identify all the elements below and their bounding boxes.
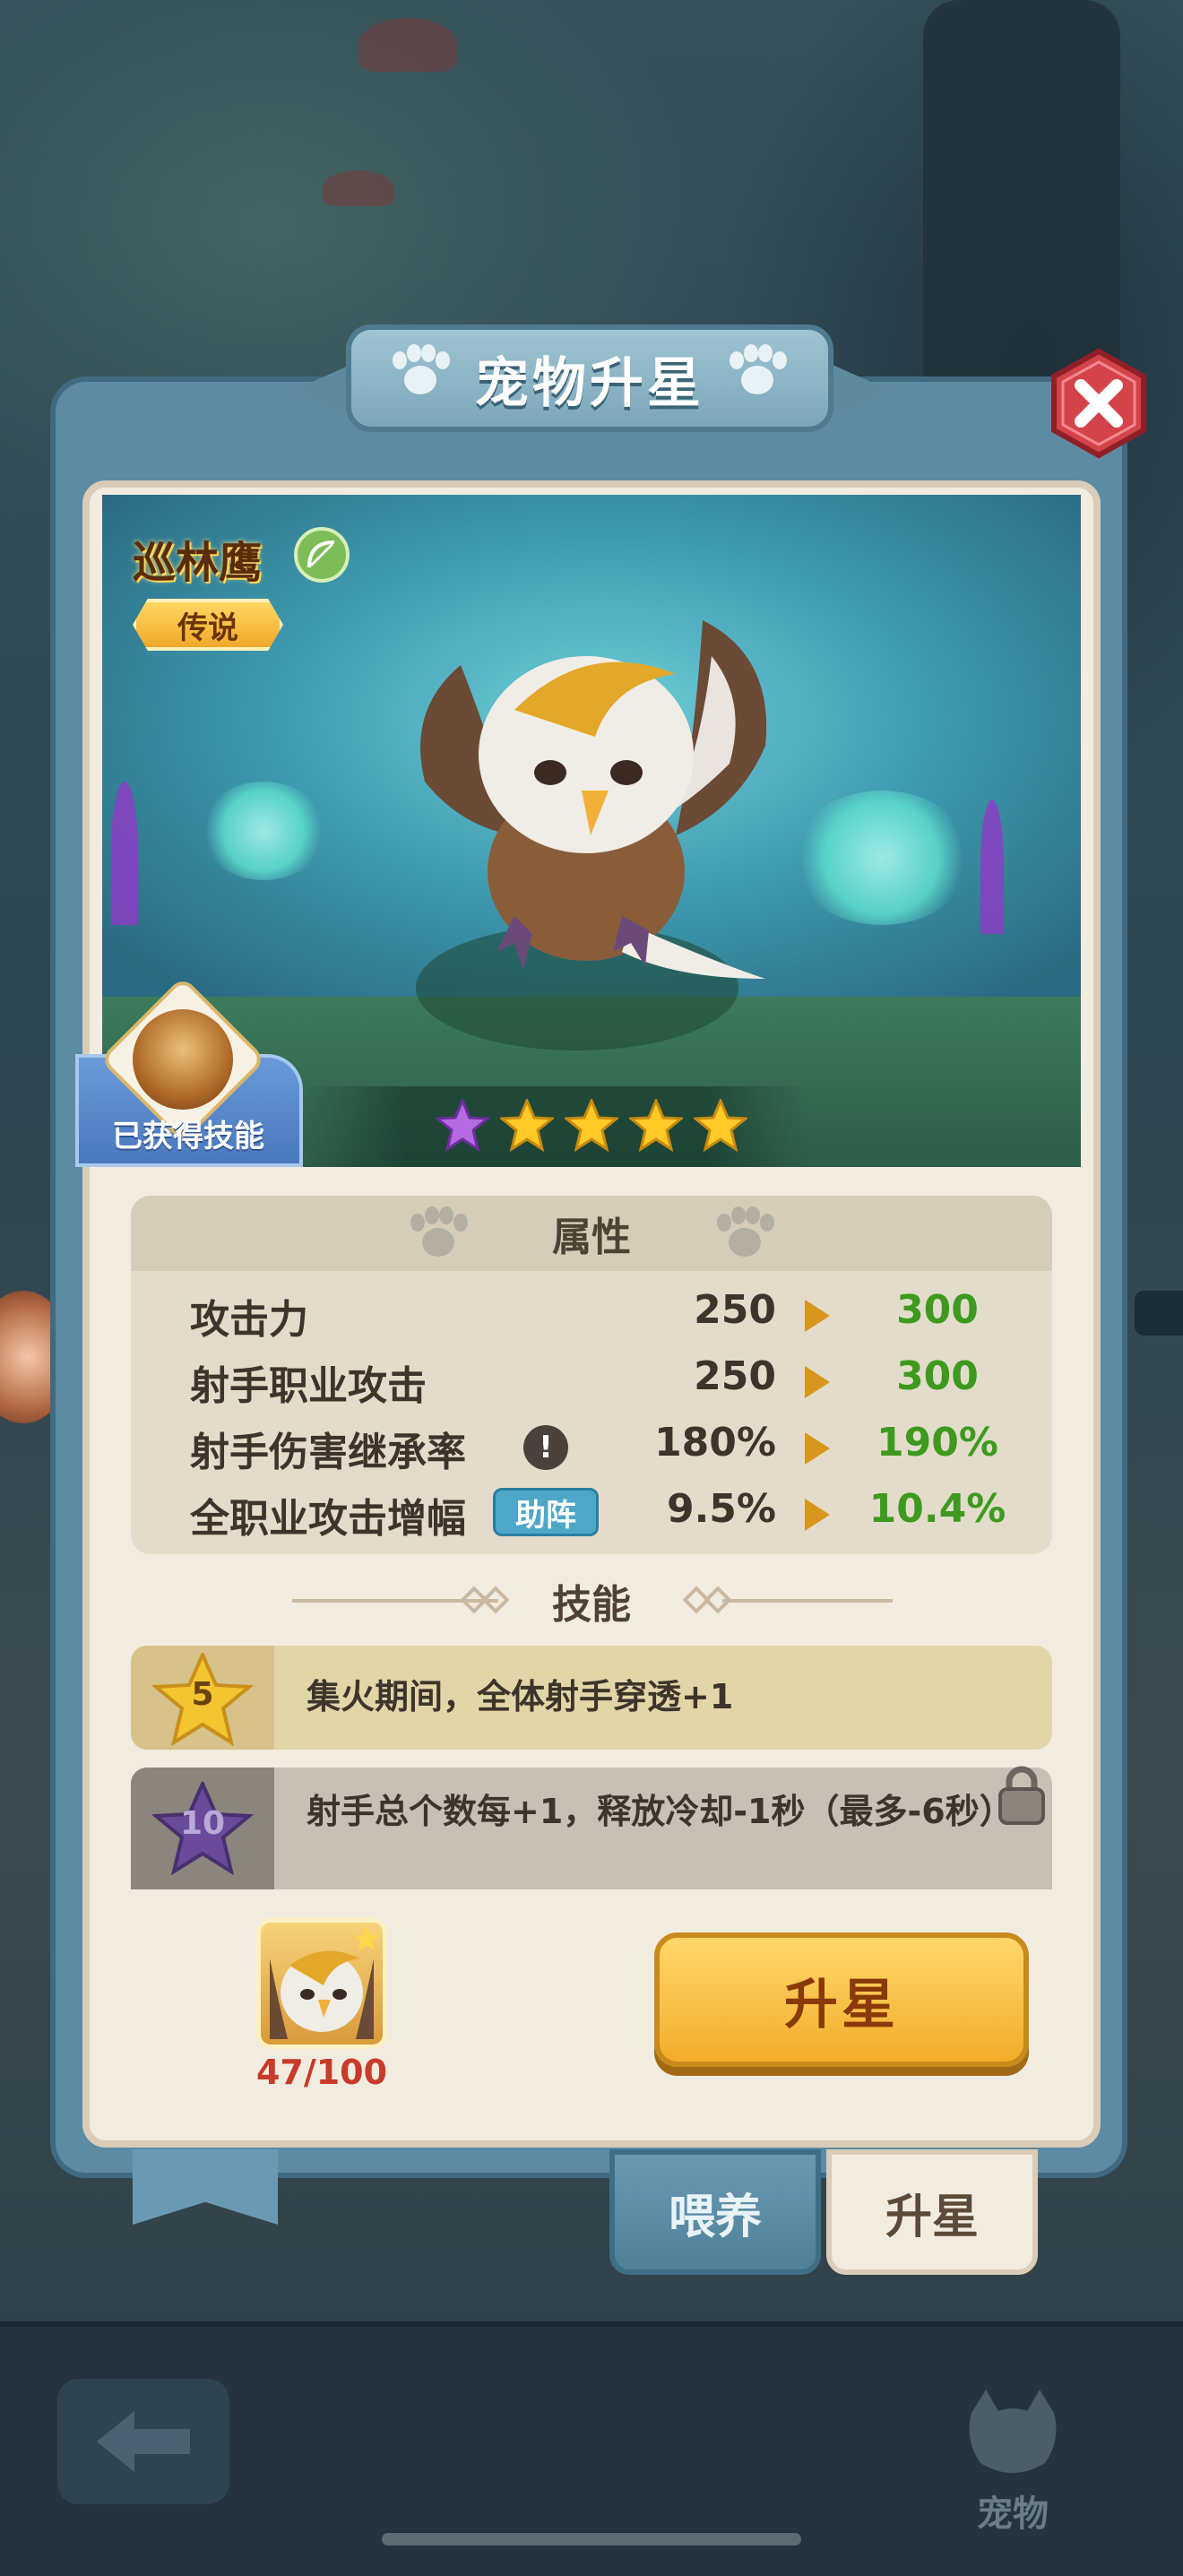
skill-star-level: 5 bbox=[191, 1676, 214, 1713]
tab-upstar[interactable]: 升星 bbox=[826, 2149, 1038, 2275]
attribute-row: 攻击力 250 300 bbox=[131, 1280, 1052, 1346]
tab-feed-label: 喂养 bbox=[668, 2190, 762, 2244]
upgrade-star-button[interactable]: 升星 bbox=[654, 1932, 1029, 2067]
pet-shard-item[interactable] bbox=[256, 1918, 387, 2049]
dialog-title: 宠物升星 bbox=[475, 351, 704, 415]
back-button[interactable] bbox=[57, 2379, 229, 2504]
rating-star-icon bbox=[629, 1099, 683, 1153]
attributes-header: 属性 bbox=[131, 1196, 1052, 1271]
rating-star-icon bbox=[565, 1099, 618, 1153]
rarity-label: 传说 bbox=[177, 609, 238, 646]
rarity-badge: 传说 bbox=[133, 599, 283, 651]
skills-title: 技能 bbox=[552, 1582, 631, 1628]
skill-star-cell: 5 bbox=[131, 1646, 274, 1750]
background-mushroom bbox=[358, 18, 457, 72]
purple-plant bbox=[111, 782, 138, 925]
nav-pet-label: 宠物 bbox=[977, 2494, 1049, 2535]
attribute-old-value: 9.5% bbox=[666, 1486, 776, 1532]
hawk-pet-image[interactable] bbox=[407, 602, 783, 997]
arrow-right-icon bbox=[805, 1366, 830, 1398]
nav-pet-tab[interactable]: 宠物 bbox=[923, 2357, 1102, 2537]
arrow-right-icon bbox=[805, 1300, 830, 1332]
attribute-label: 射手职业攻击 bbox=[190, 1363, 427, 1409]
rating-star-icon bbox=[436, 1099, 489, 1153]
attributes-title: 属性 bbox=[552, 1215, 631, 1260]
tab-upstar-label: 升星 bbox=[885, 2190, 979, 2244]
back-arrow-icon bbox=[97, 2411, 190, 2472]
close-button[interactable] bbox=[1047, 348, 1151, 459]
attribute-new-value: 10.4% bbox=[868, 1486, 1006, 1532]
upgrade-star-button-label: 升星 bbox=[784, 1973, 899, 2036]
lock-icon bbox=[998, 1766, 1045, 1825]
paw-icon bbox=[389, 344, 452, 398]
arrow-right-icon bbox=[805, 1499, 830, 1531]
assist-tag: 助阵 bbox=[493, 1488, 599, 1536]
attribute-new-value: 300 bbox=[896, 1353, 979, 1399]
rating-star-icon bbox=[500, 1099, 554, 1153]
close-icon bbox=[1051, 348, 1146, 459]
pet-name: 巡林鹰 bbox=[133, 538, 263, 588]
purple-plant bbox=[980, 800, 1004, 934]
paw-icon bbox=[407, 1206, 470, 1260]
attribute-label: 攻击力 bbox=[190, 1297, 308, 1343]
hawk-shard-icon bbox=[270, 1926, 379, 2039]
attribute-row: 射手职业攻击 250 300 bbox=[131, 1346, 1052, 1413]
archer-class-badge bbox=[294, 527, 350, 583]
shard-count: 47/100 bbox=[255, 2053, 388, 2092]
attribute-label: 全职业攻击增幅 bbox=[190, 1496, 466, 1542]
pet-cat-icon bbox=[969, 2390, 1057, 2473]
skill-row[interactable]: 10 射手总个数每+1，释放冷却-1秒（最多-6秒） bbox=[131, 1766, 1052, 1889]
rating-star-icon bbox=[694, 1099, 747, 1153]
info-icon[interactable]: ! bbox=[523, 1425, 568, 1470]
attribute-old-value: 250 bbox=[694, 1353, 776, 1399]
skills-title-row: 技能 bbox=[131, 1569, 1052, 1631]
tab-feed[interactable]: 喂养 bbox=[609, 2149, 821, 2275]
paw-icon bbox=[713, 1206, 776, 1260]
skill-obtained-label: 已获得技能 bbox=[112, 1119, 264, 1154]
background-mushroom bbox=[323, 170, 394, 206]
skill-star-cell: 10 bbox=[131, 1768, 274, 1889]
attribute-row: 全职业攻击增幅 助阵 9.5% 10.4% bbox=[131, 1479, 1052, 1545]
attribute-new-value: 300 bbox=[896, 1287, 979, 1333]
attribute-new-value: 190% bbox=[876, 1420, 998, 1465]
skill-description: 射手总个数每+1，释放冷却-1秒（最多-6秒） bbox=[307, 1792, 1014, 1831]
glow-mushroom bbox=[201, 782, 326, 880]
skill-star-level: 10 bbox=[179, 1805, 226, 1842]
home-indicator bbox=[382, 2533, 801, 2546]
attribute-old-value: 250 bbox=[694, 1287, 776, 1333]
attribute-label: 射手伤害继承率 bbox=[190, 1430, 466, 1475]
skill-description: 集火期间，全体射手穿透+1 bbox=[307, 1677, 734, 1716]
attribute-row: 射手伤害继承率 ! 180% 190% bbox=[131, 1413, 1052, 1479]
divider bbox=[722, 1599, 893, 1603]
arrow-right-icon bbox=[805, 1432, 830, 1465]
attribute-old-value: 180% bbox=[654, 1420, 776, 1465]
glow-mushroom bbox=[792, 791, 971, 925]
side-edge-button[interactable] bbox=[1135, 1291, 1183, 1336]
skill-row[interactable]: 5 集火期间，全体射手穿透+1 bbox=[131, 1646, 1052, 1750]
paw-icon bbox=[726, 344, 789, 398]
skill-icon[interactable] bbox=[133, 1009, 233, 1110]
bow-icon bbox=[307, 540, 335, 568]
